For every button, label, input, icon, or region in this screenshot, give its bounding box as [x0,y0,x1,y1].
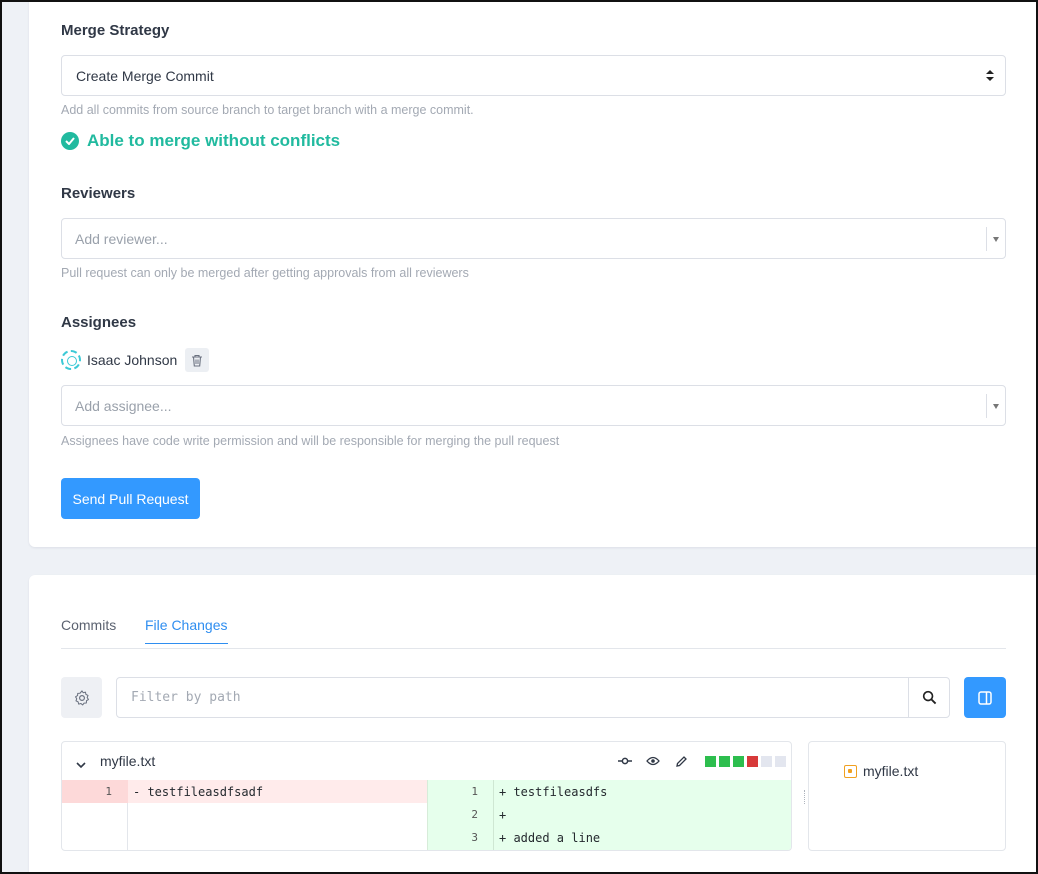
trash-icon [192,354,203,367]
line-text: + added a line [499,831,601,845]
diff-settings-button[interactable] [61,677,102,718]
line-number: 3 [471,831,478,844]
select-arrows-icon [986,68,994,84]
assignee-name: Isaac Johnson [87,352,178,368]
diff-tools [617,753,789,769]
reviewers-label: Reviewers [61,185,136,202]
tab-commits[interactable]: Commits [61,617,116,643]
diff-filename: myfile.txt [100,753,156,769]
assignees-help: Assignees have code write permission and… [61,434,560,448]
eye-icon[interactable] [645,753,661,769]
line-text: + testfileasdfs [499,785,608,799]
assignee-chip: Isaac Johnson [61,348,210,372]
filter-path-input[interactable] [117,678,910,717]
tab-file-changes[interactable]: File Changes [145,617,228,644]
search-button[interactable] [908,678,949,717]
sidebar-panel-icon [978,690,992,705]
merge-status: Able to merge without conflicts [61,131,340,151]
line-number: 1 [62,780,128,803]
avatar-icon [61,350,81,370]
combo-separator [986,394,987,418]
search-icon [922,690,936,705]
check-circle-icon [61,132,79,150]
diff-stat-block [761,755,772,767]
line-text: - testfileasdfsadf [133,785,264,799]
diff-left-side: 1 - testfileasdfsadf [62,780,427,850]
chevron-down-icon[interactable] [76,756,86,774]
merge-status-text: Able to merge without conflicts [87,131,341,150]
assignee-input[interactable]: Add assignee... [61,385,1006,426]
tab-bar: Commits File Changes [61,617,1006,649]
diff-line-removed: 1 - testfileasdfsadf [62,780,427,803]
diff-stat-block [775,755,786,767]
diff-stat-bar [705,755,789,767]
dropdown-caret-icon[interactable] [993,404,999,409]
file-tree-item-label: myfile.txt [863,763,919,779]
diff-right-side: 1 + testfileasdfs 2 + 3 + added a line [427,780,791,850]
diff-code: 1 - testfileasdfsadf 1 + testfileasdfs 2… [62,780,791,850]
diff-line-added: 2 + [428,803,791,826]
assignees-label: Assignees [61,314,137,331]
line-text: + [499,808,507,822]
panel-resize-handle[interactable] [804,790,807,804]
merge-strategy-label: Merge Strategy [61,22,170,39]
path-filter [116,677,950,718]
file-diff-header: myfile.txt [62,742,791,780]
send-pull-request-button[interactable]: Send Pull Request [61,478,200,519]
merge-strategy-select[interactable]: Create Merge Commit [61,55,1006,96]
commit-icon[interactable] [617,753,633,769]
diff-stat-block [733,755,744,767]
remove-assignee-button[interactable] [185,348,210,372]
reviewer-placeholder: Add reviewer... [75,231,168,247]
assignee-placeholder: Add assignee... [75,398,172,414]
merge-strategy-value: Create Merge Commit [76,67,214,84]
file-diff: myfile.txt 1 - testfileasdfsadf 1 + test… [61,741,792,851]
modified-file-icon [844,764,857,778]
pencil-icon[interactable] [673,753,689,769]
file-tree: myfile.txt [808,741,1006,851]
merge-strategy-help: Add all commits from source branch to ta… [61,103,474,117]
reviewer-input[interactable]: Add reviewer... [61,218,1006,259]
dropdown-caret-icon[interactable] [993,237,999,242]
gear-icon [74,689,89,705]
line-number: 1 [471,785,478,798]
diff-stat-block [747,755,758,767]
file-tree-item[interactable]: myfile.txt [844,763,918,779]
diff-stat-block [719,755,730,767]
diff-stat-block [705,755,716,767]
line-number: 2 [471,808,478,821]
reviewers-help: Pull request can only be merged after ge… [61,266,469,280]
diff-line-added: 1 + testfileasdfs [428,780,791,803]
combo-separator [986,227,987,251]
toggle-file-tree-button[interactable] [964,677,1006,718]
diff-line-added: 3 + added a line [428,826,791,849]
